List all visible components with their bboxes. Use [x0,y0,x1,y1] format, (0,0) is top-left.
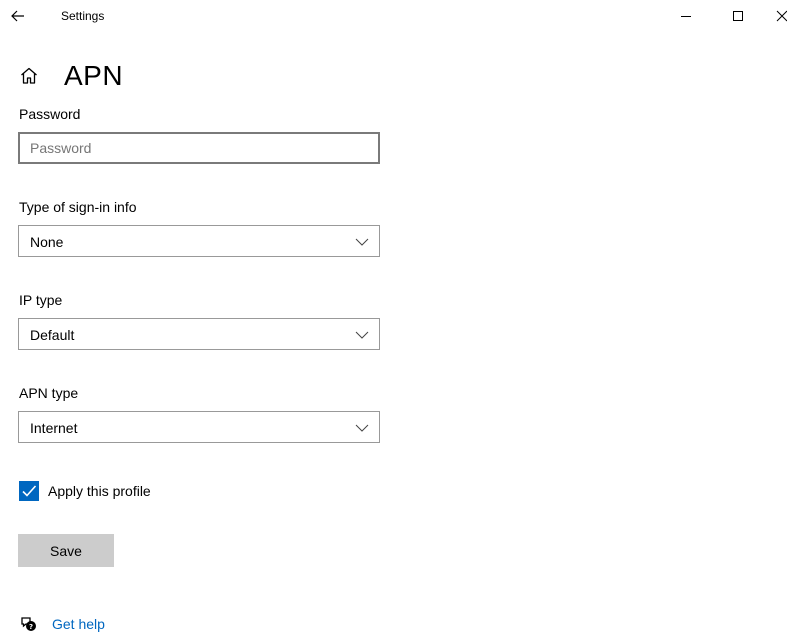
save-button[interactable]: Save [18,534,114,567]
apply-profile-label[interactable]: Apply this profile [48,483,151,499]
apn-type-dropdown[interactable]: Internet [18,411,380,443]
svg-text:?: ? [29,623,33,631]
back-button[interactable] [8,6,28,26]
close-button[interactable] [772,6,787,26]
window-title: Settings [61,9,105,23]
ip-type-value: Default [30,327,75,343]
maximize-icon [733,11,743,21]
chevron-down-icon [355,331,369,339]
title-bar: Settings [0,0,787,32]
password-label: Password [19,106,81,122]
sign-in-type-dropdown[interactable]: None [18,225,380,257]
maximize-button[interactable] [728,6,748,26]
sign-in-type-label: Type of sign-in info [19,199,137,215]
apn-type-value: Internet [30,420,78,436]
apply-profile-checkbox[interactable] [19,481,39,501]
arrow-left-icon [11,10,24,22]
ip-type-dropdown[interactable]: Default [18,318,380,350]
minimize-button[interactable] [676,6,696,26]
chevron-down-icon [355,238,369,246]
close-icon [776,10,787,22]
page-title: APN [64,60,124,91]
sign-in-type-value: None [30,234,64,250]
help-chat-icon: ? [21,617,36,631]
apn-type-label: APN type [19,385,79,401]
home-icon[interactable] [19,66,39,86]
checkmark-icon [22,485,37,497]
ip-type-label: IP type [19,292,63,308]
get-help-link[interactable]: Get help [52,616,105,632]
password-field[interactable] [18,132,380,164]
chevron-down-icon [355,424,369,432]
minimize-icon [681,16,691,17]
